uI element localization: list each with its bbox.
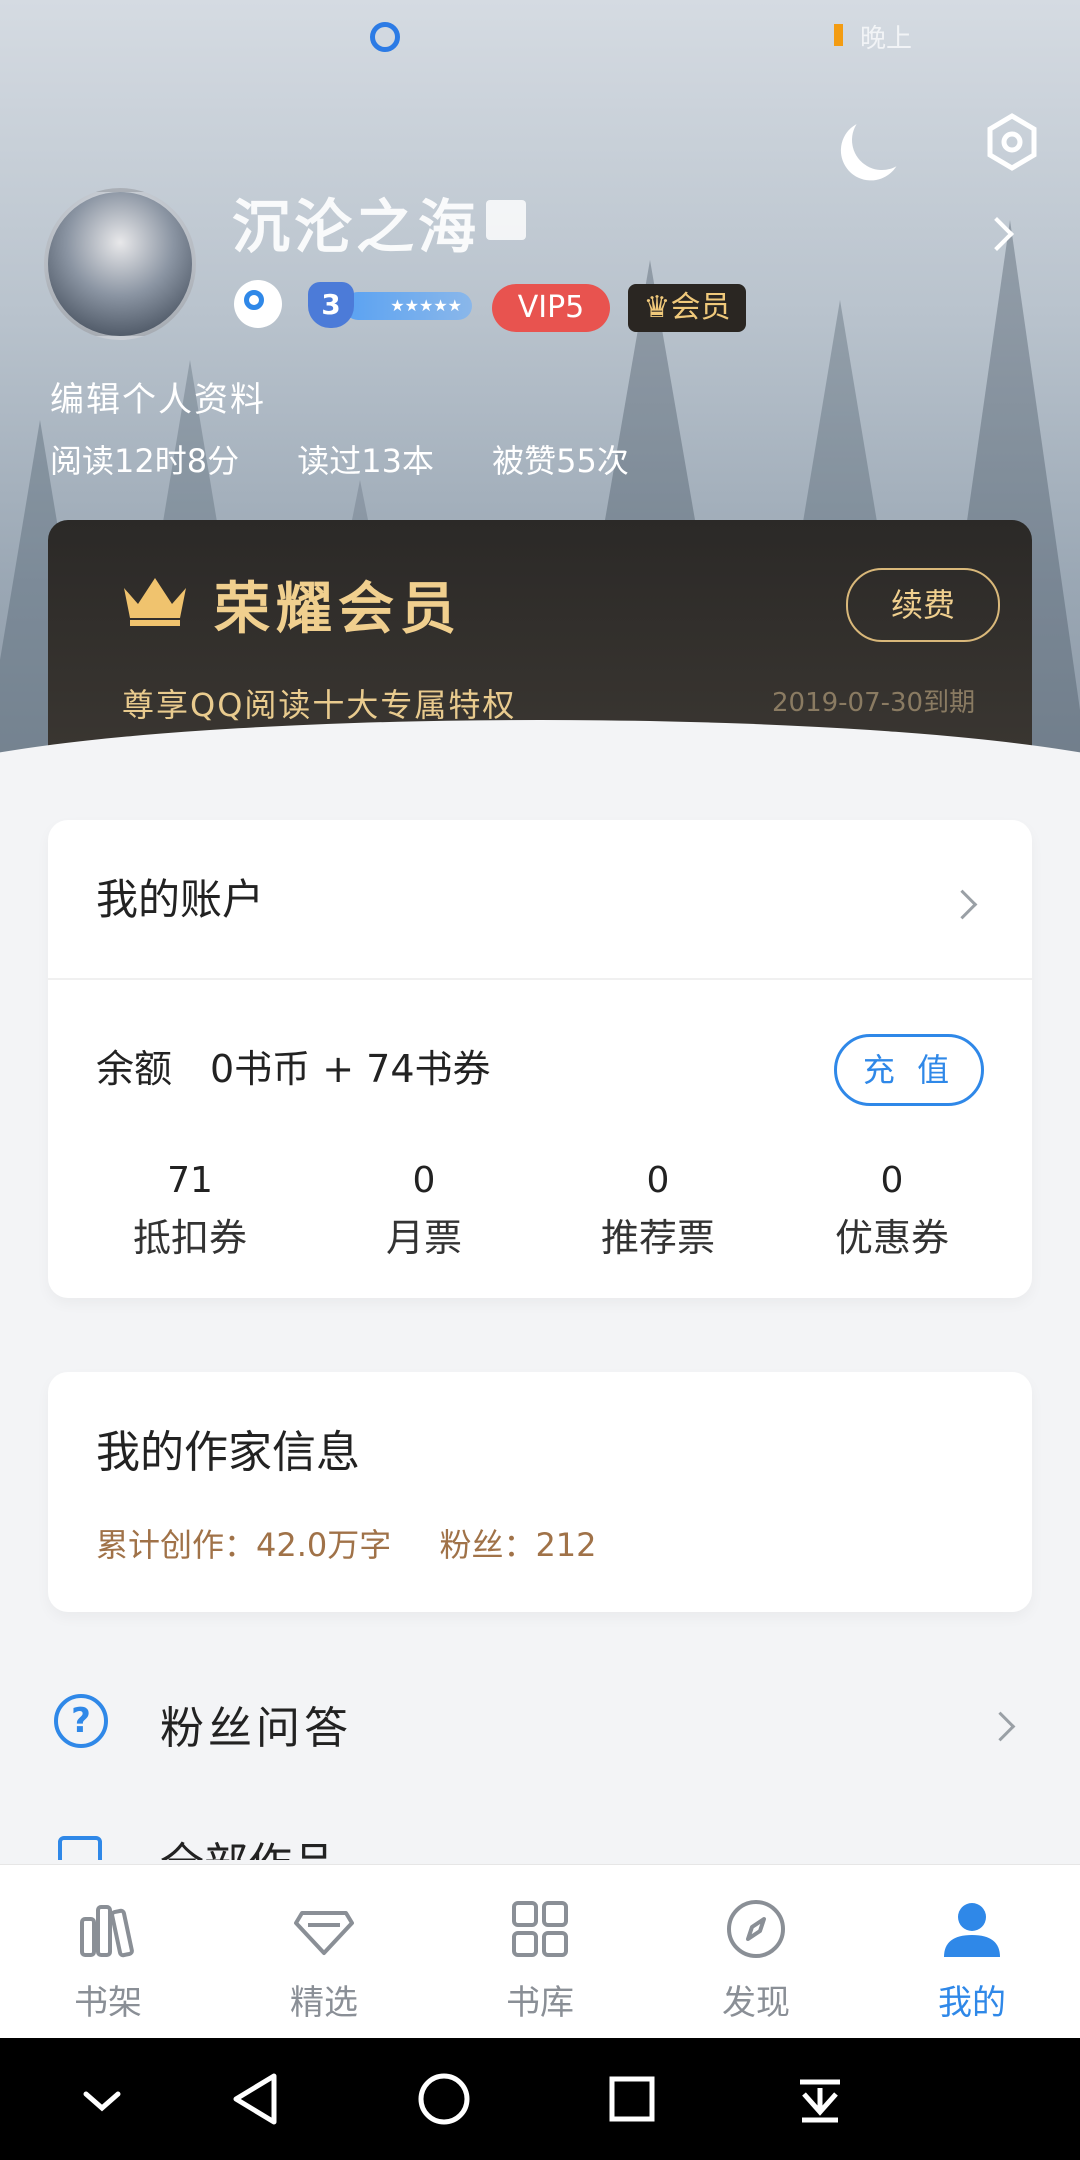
ticket-monthly[interactable]: 0 月票: [324, 1160, 524, 1262]
ticket-value: 0: [646, 1160, 670, 1201]
diamond-icon: [294, 1911, 354, 1955]
member-badge-label: 会员: [670, 290, 731, 325]
crown-small-icon: ♛: [643, 290, 671, 325]
works-icon: [58, 1836, 102, 1860]
tab-label: 发现: [722, 1983, 790, 2023]
ticket-recommend[interactable]: 0 推荐票: [558, 1160, 758, 1262]
qq-reader-notification-icon: [370, 22, 400, 52]
author-stats: 累计创作：42.0万字 粉丝：212: [96, 1520, 635, 1566]
ticket-deduction[interactable]: 71 抵扣券: [90, 1160, 290, 1262]
chevron-right-icon[interactable]: [947, 889, 978, 920]
author-tag-icon: [486, 200, 526, 240]
books-read: 读过13本: [297, 442, 434, 480]
notification-shade-icon[interactable]: [760, 2038, 880, 2160]
nickname: 沉沦之海: [232, 193, 481, 261]
back-icon[interactable]: [196, 2038, 316, 2160]
ticket-label: 优惠券: [834, 1216, 949, 1260]
ticket-coupon[interactable]: 0 优惠券: [792, 1160, 992, 1262]
fan-qa-row[interactable]: ? 粉丝问答: [0, 1650, 1080, 1800]
status-bar: 晚上: [0, 0, 1080, 70]
ticket-value: 71: [167, 1160, 213, 1201]
profile-header: 晚上 沉沦之海 ★★★★★ 3 VIP5 ♛会员 编辑个人资料 阅读12时8分 …: [0, 0, 1080, 780]
tab-label: 精选: [290, 1983, 358, 2023]
night-mode-icon[interactable]: [844, 102, 921, 179]
settings-icon[interactable]: [982, 112, 1042, 172]
chevron-right-icon: [985, 1711, 1016, 1742]
ticket-label: 抵扣券: [132, 1216, 247, 1260]
recharge-button[interactable]: 充 值: [834, 1034, 984, 1106]
all-works-row[interactable]: 全部作品: [0, 1800, 1080, 1860]
level-badge[interactable]: ★★★★★ 3: [308, 282, 472, 328]
account-title[interactable]: 我的账户: [96, 866, 264, 927]
renew-button[interactable]: 续费: [846, 568, 1000, 642]
author-info-card[interactable]: 我的作家信息 累计创作：42.0万字 粉丝：212: [48, 1372, 1032, 1612]
vip-badge[interactable]: VIP5: [492, 284, 610, 332]
bookshelf-icon: [80, 1905, 134, 1958]
all-works-label: 全部作品: [160, 1828, 336, 1860]
account-card: 我的账户 余额 0书币 + 74书券 充 值 71 抵扣券 0 月票 0 推荐票…: [48, 820, 1032, 1298]
tab-label: 书库: [506, 1983, 574, 2023]
balance-text: 余额 0书币 + 74书券: [96, 1047, 491, 1091]
author-word-count: 累计创作：42.0万字: [96, 1526, 392, 1564]
level-number: 3: [308, 282, 354, 328]
avatar[interactable]: [44, 188, 196, 340]
system-nav-bar: [0, 2038, 1080, 2160]
fan-qa-label: 粉丝问答: [160, 1703, 352, 1754]
tab-mine[interactable]: 我的: [864, 1865, 1080, 2039]
recents-icon[interactable]: [572, 2038, 692, 2160]
bottom-tab-bar: 书架 精选 书库 发现 我的: [0, 1864, 1080, 2039]
question-icon: ?: [54, 1694, 108, 1748]
ticket-value: 0: [412, 1160, 436, 1201]
ticket-value: 0: [880, 1160, 904, 1201]
tab-label: 我的: [938, 1983, 1006, 2023]
tab-discover[interactable]: 发现: [648, 1865, 864, 2039]
home-icon[interactable]: [384, 2038, 504, 2160]
reading-time: 阅读12时8分: [50, 442, 240, 480]
crown-icon: [124, 578, 186, 626]
status-text: 晚上: [860, 24, 913, 54]
edit-profile-link[interactable]: 编辑个人资料: [50, 372, 266, 421]
collapse-icon[interactable]: [42, 2038, 162, 2160]
tab-featured[interactable]: 精选: [216, 1865, 432, 2039]
tab-library[interactable]: 书库: [432, 1865, 648, 2039]
reading-stats: 阅读12时8分 读过13本 被赞55次: [50, 436, 677, 482]
male-gender-icon: [234, 280, 282, 328]
ticket-label: 月票: [385, 1216, 462, 1260]
likes-count: 被赞55次: [492, 442, 629, 480]
vip-card-subtitle: 尊享QQ阅读十大专属特权: [122, 686, 517, 724]
level-stars: ★★★★★: [344, 292, 472, 320]
member-badge[interactable]: ♛会员: [628, 284, 746, 332]
divider: [48, 978, 1032, 980]
signal-icon: [834, 24, 843, 46]
tab-label: 书架: [74, 1983, 142, 2023]
vip-card-title: 荣耀会员: [214, 577, 462, 642]
user-icon: [944, 1903, 1000, 1957]
author-info-title: 我的作家信息: [96, 1427, 360, 1478]
grid-icon: [512, 1901, 568, 1957]
compass-icon: [727, 1900, 785, 1958]
ticket-label: 推荐票: [600, 1216, 715, 1260]
author-fans: 粉丝：212: [439, 1526, 597, 1564]
tab-bookshelf[interactable]: 书架: [0, 1865, 216, 2039]
vip-expire-date: 2019-07-30到期: [772, 688, 976, 718]
